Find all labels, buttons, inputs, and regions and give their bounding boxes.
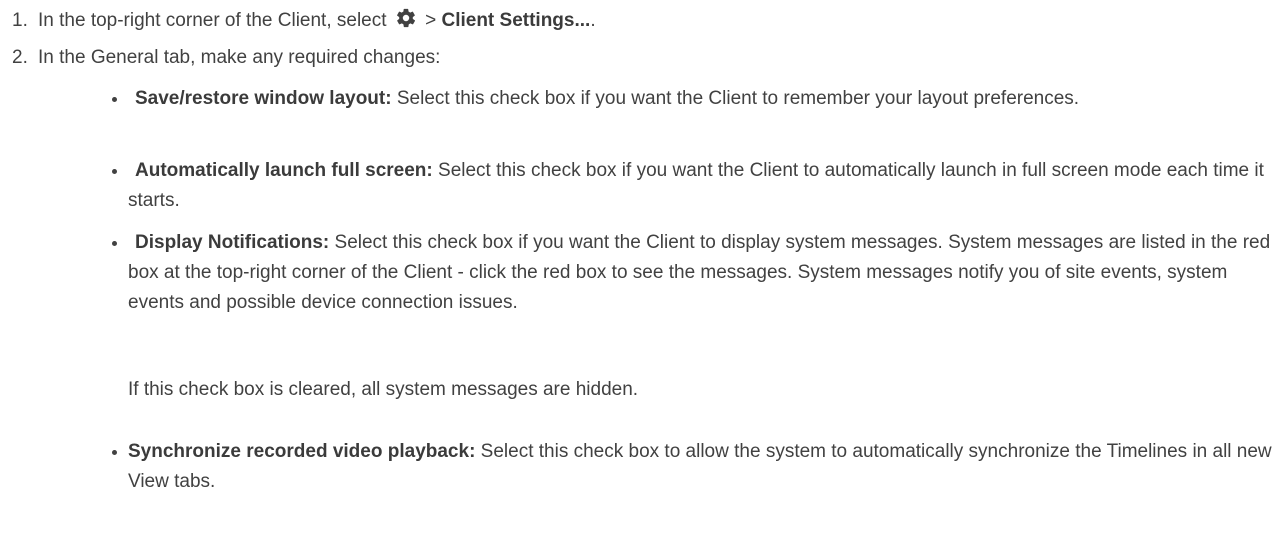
list-item-text: Save/restore window layout: Select this … — [128, 84, 1273, 114]
list-item-text: Display Notifications: Select this check… — [128, 228, 1273, 318]
step-text: In the top-right corner of the Client, s… — [38, 6, 596, 36]
step-text-before: In the top-right corner of the Client, s… — [38, 10, 387, 31]
setting-description: Select this check box if you want the Cl… — [396, 88, 1080, 109]
bullet-dot — [112, 97, 117, 102]
bullet-dot — [112, 450, 117, 455]
bullet-dot — [112, 241, 117, 246]
setting-term: Synchronize recorded video playback: — [128, 441, 476, 462]
setting-term: Automatically launch full screen: — [135, 160, 433, 181]
gear-icon — [395, 7, 417, 29]
bullet-dot — [112, 169, 117, 174]
menu-separator: > — [425, 10, 437, 31]
setting-term: Save/restore window layout: — [135, 88, 392, 109]
setting-term: Display Notifications: — [135, 232, 330, 253]
step-text: In the General tab, make any required ch… — [38, 47, 441, 68]
list-item-text: Synchronize recorded video playback: Sel… — [128, 437, 1273, 497]
client-settings-label: Client Settings... — [441, 10, 591, 31]
step-number: 1. — [12, 10, 28, 31]
step-text-after: . — [590, 10, 596, 31]
step-number: 2. — [12, 47, 28, 68]
note-paragraph: If this check box is cleared, all system… — [128, 379, 639, 400]
list-item-text: Automatically launch full screen: Select… — [128, 156, 1273, 216]
